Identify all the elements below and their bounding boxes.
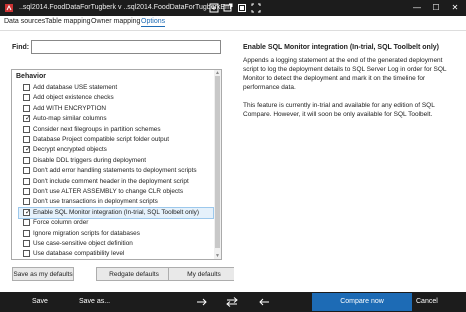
description-title: Enable SQL Monitor integration (In-trial… bbox=[243, 44, 439, 51]
option-label: Database Project compatible script folde… bbox=[33, 136, 170, 143]
option-label: Consider next filegroups in partition sc… bbox=[33, 125, 161, 133]
option-checkbox[interactable] bbox=[23, 219, 30, 227]
close-icon[interactable]: ✕ bbox=[448, 3, 462, 13]
option-checkbox[interactable] bbox=[23, 156, 30, 164]
option-row[interactable]: ✓ Decrypt encrypted objects bbox=[23, 145, 213, 155]
option-checkbox[interactable] bbox=[23, 125, 30, 133]
option-checkbox[interactable] bbox=[23, 240, 30, 247]
tab-data-sources[interactable]: Data sources bbox=[4, 18, 45, 25]
option-row[interactable]: ✓ Enable SQL Monitor integration (In-tria… bbox=[18, 206, 214, 219]
option-row[interactable]: Don't use transactions in deployment scr… bbox=[23, 197, 213, 207]
description-paragraph: This feature is currently in-trial and a… bbox=[243, 102, 435, 118]
save-as-my-defaults-button[interactable]: Save as my defaults bbox=[12, 267, 74, 281]
option-label: Auto-map similar columns bbox=[33, 115, 107, 123]
tab-bar: Data sources Table mapping Owner mapping… bbox=[0, 16, 466, 31]
option-label: Don't use ALTER ASSEMBLY to change CLR o… bbox=[33, 188, 184, 195]
compare-now-button[interactable]: Compare now bbox=[312, 293, 412, 311]
option-checkbox[interactable] bbox=[23, 250, 30, 258]
cancel-button[interactable]: Cancel bbox=[416, 298, 438, 305]
arrow-right-icon[interactable] bbox=[197, 298, 207, 306]
option-row[interactable]: Add WITH ENCRYPTION bbox=[23, 104, 213, 114]
option-checkbox[interactable] bbox=[23, 198, 30, 206]
option-checkbox[interactable] bbox=[23, 177, 30, 185]
option-checkbox[interactable] bbox=[23, 104, 30, 112]
option-row[interactable]: Database Project compatible script folde… bbox=[23, 135, 213, 145]
option-row[interactable]: Ignore migration scripts for databases bbox=[23, 229, 213, 239]
save-as-button[interactable]: Save as... bbox=[79, 298, 110, 305]
option-row[interactable]: Don't add error handling statements to d… bbox=[23, 166, 213, 176]
option-checkbox[interactable] bbox=[23, 229, 30, 237]
option-row[interactable]: Use database compatibility level bbox=[23, 249, 213, 259]
option-row[interactable]: Add database USE statement bbox=[23, 83, 213, 93]
option-label: Decrypt encrypted objects bbox=[33, 146, 107, 154]
option-label: Add database USE statement bbox=[33, 84, 118, 91]
option-label: Don't include comment header in the depl… bbox=[33, 177, 189, 185]
option-label: Use case-sensitive object definition bbox=[33, 240, 133, 247]
option-checkbox[interactable]: ✓ bbox=[23, 208, 31, 216]
option-checkbox[interactable] bbox=[23, 188, 30, 195]
tab-table-mapping[interactable]: Table mapping bbox=[45, 18, 91, 25]
option-row[interactable]: Don't include comment header in the depl… bbox=[23, 177, 213, 187]
option-label: Force column order bbox=[33, 219, 89, 227]
option-row[interactable]: Force column order bbox=[23, 218, 213, 228]
title-bar: ..sql2014.FoodDataForTugberk v ..sql2014… bbox=[0, 0, 466, 16]
checkmark-icon: ✓ bbox=[25, 115, 31, 123]
arrow-left-icon[interactable] bbox=[259, 298, 269, 306]
my-defaults-button[interactable]: My defaults bbox=[168, 267, 240, 281]
save-button[interactable]: Save bbox=[32, 298, 48, 305]
app-icon bbox=[5, 4, 13, 12]
option-checkbox[interactable] bbox=[23, 84, 30, 91]
swap-icon[interactable] bbox=[226, 297, 238, 307]
maximize-icon[interactable]: ☐ bbox=[429, 3, 443, 13]
expand-icon[interactable] bbox=[251, 3, 261, 13]
option-row[interactable]: Consider next filegroups in partition sc… bbox=[23, 125, 213, 135]
option-label: Don't use transactions in deployment scr… bbox=[33, 198, 158, 206]
option-checkbox[interactable]: ✓ bbox=[23, 115, 31, 123]
find-label: Find: bbox=[12, 44, 30, 51]
settings-icon[interactable] bbox=[209, 3, 219, 13]
checkmark-icon: ✓ bbox=[25, 208, 31, 216]
redgate-defaults-button[interactable]: Redgate defaults bbox=[96, 267, 172, 281]
option-checkbox[interactable]: ✓ bbox=[23, 146, 31, 154]
scroll-down-icon[interactable]: ▼ bbox=[214, 253, 221, 259]
option-label: Use database compatibility level bbox=[33, 250, 125, 258]
option-label: Enable SQL Monitor integration (In-trial… bbox=[33, 208, 200, 216]
scrollbar-thumb[interactable] bbox=[215, 76, 220, 248]
option-row[interactable]: Add object existence checks bbox=[23, 93, 213, 103]
find-input[interactable] bbox=[31, 40, 221, 54]
option-row[interactable]: Disable DDL triggers during deployment bbox=[23, 156, 213, 166]
checkmark-icon: ✓ bbox=[25, 146, 31, 154]
options-scrollbar[interactable]: ▲ ▼ bbox=[214, 70, 221, 259]
option-label: Add WITH ENCRYPTION bbox=[33, 104, 107, 112]
option-label: Disable DDL triggers during deployment bbox=[33, 156, 147, 164]
option-label: Don't add error handling statements to d… bbox=[33, 167, 197, 175]
option-row[interactable]: Use case-sensitive object definition bbox=[23, 239, 213, 249]
option-checkbox[interactable] bbox=[23, 94, 30, 102]
window-title: ..sql2014.FoodDataForTugberk v ..sql2014… bbox=[19, 4, 231, 11]
option-row[interactable]: ✓ Auto-map similar columns bbox=[23, 114, 213, 124]
tab-options[interactable]: Options bbox=[141, 18, 166, 27]
description-paragraph: Appends a logging statement at the end o… bbox=[243, 57, 447, 91]
tab-owner-mapping[interactable]: Owner mapping bbox=[91, 18, 140, 25]
option-checkbox[interactable] bbox=[23, 136, 30, 143]
option-label: Add object existence checks bbox=[33, 94, 114, 102]
refresh-icon[interactable] bbox=[223, 3, 233, 13]
option-label: Ignore migration scripts for databases bbox=[33, 229, 140, 237]
option-checkbox[interactable] bbox=[23, 167, 30, 175]
option-row[interactable]: Don't use ALTER ASSEMBLY to change CLR o… bbox=[23, 187, 213, 197]
minimize-icon[interactable]: — bbox=[410, 3, 424, 13]
layout-icon[interactable] bbox=[237, 3, 247, 13]
options-list: Behavior ▲ ▼ Add database USE statement A… bbox=[11, 69, 222, 260]
group-header-behavior: Behavior bbox=[16, 73, 46, 80]
